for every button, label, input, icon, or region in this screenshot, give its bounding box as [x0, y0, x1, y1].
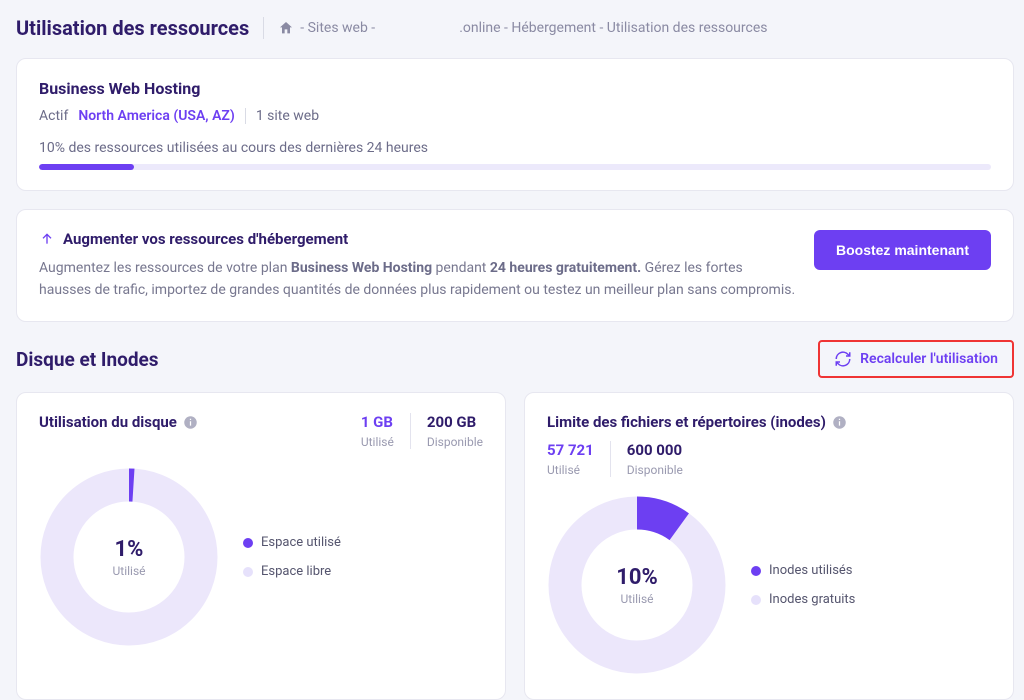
inodes-avail-value: 600 000: [627, 441, 683, 459]
inodes-percent-label: Utilisé: [620, 592, 653, 606]
breadcrumb-seg2: .online - Hébergement - Utilisation des …: [459, 20, 767, 36]
plan-sites: 1 site web: [256, 108, 319, 124]
legend-item: Espace libre: [243, 564, 341, 579]
inodes-stats: 57 721 Utilisé 600 000 Disponible: [547, 441, 991, 477]
page-title: Utilisation des ressources: [16, 16, 249, 40]
page-header: Utilisation des ressources - Sites web -…: [16, 16, 1014, 40]
disk-used-value: 1 GB: [361, 413, 394, 431]
header-divider: [263, 17, 264, 39]
usage-progress: [39, 164, 991, 170]
disk-legend: Espace utilisé Espace libre: [243, 535, 341, 579]
upsell-description: Augmentez les ressources de votre plan B…: [39, 258, 796, 301]
disk-avail-label: Disponible: [427, 435, 483, 449]
disk-title: Utilisation du disque: [39, 413, 177, 431]
plan-card: Business Web Hosting Actif North America…: [16, 58, 1014, 191]
breadcrumb-masked: [381, 22, 453, 34]
disk-percent-label: Utilisé: [112, 564, 145, 578]
legend-item: Espace utilisé: [243, 535, 341, 550]
recalculate-label: Recalculer l'utilisation: [860, 351, 998, 367]
stat-sep: [410, 413, 411, 449]
inodes-donut-chart: 10% Utilisé: [547, 495, 727, 675]
plan-name: Business Web Hosting: [39, 79, 991, 98]
section-header: Disque et Inodes Recalculer l'utilisatio…: [16, 340, 1014, 378]
legend-dot-used-icon: [751, 566, 761, 576]
disk-used-label: Utilisé: [361, 435, 394, 449]
inodes-avail-label: Disponible: [627, 463, 683, 477]
disk-inodes-row: Utilisation du disque 1 GB Utilisé 200 G…: [16, 392, 1014, 700]
inodes-legend: Inodes utilisés Inodes gratuits: [751, 563, 855, 607]
info-icon[interactable]: [183, 415, 198, 430]
info-icon[interactable]: [832, 415, 847, 430]
upsell-title: Augmenter vos ressources d'hébergement: [63, 230, 348, 248]
inodes-used-value: 57 721: [547, 441, 594, 459]
boost-button[interactable]: Boostez maintenant: [814, 230, 991, 270]
breadcrumb-seg1: - Sites web -: [300, 20, 375, 36]
disk-stats: 1 GB Utilisé 200 GB Disponible: [361, 413, 483, 449]
disk-donut-chart: 1% Utilisé: [39, 467, 219, 647]
legend-dot-free-icon: [243, 567, 253, 577]
plan-sep: [245, 108, 246, 124]
disk-avail-value: 200 GB: [427, 413, 483, 431]
inodes-percent: 10%: [616, 565, 658, 590]
inodes-title: Limite des fichiers et répertoires (inod…: [547, 413, 826, 431]
plan-meta: Actif North America (USA, AZ) 1 site web: [39, 108, 991, 124]
legend-dot-used-icon: [243, 538, 253, 548]
plan-status: Actif: [39, 108, 68, 124]
disk-percent: 1%: [115, 537, 144, 562]
usage-progress-fill: [39, 164, 134, 170]
breadcrumb[interactable]: - Sites web - .online - Hébergement - Ut…: [278, 20, 767, 36]
legend-item: Inodes gratuits: [751, 592, 855, 607]
inodes-card: Limite des fichiers et répertoires (inod…: [524, 392, 1014, 700]
section-title: Disque et Inodes: [16, 348, 159, 371]
arrow-up-icon: [39, 231, 55, 247]
home-icon: [278, 20, 294, 36]
usage-text: 10% des ressources utilisées au cours de…: [39, 140, 991, 156]
legend-dot-free-icon: [751, 595, 761, 605]
legend-item: Inodes utilisés: [751, 563, 855, 578]
recalculate-button[interactable]: Recalculer l'utilisation: [818, 340, 1014, 378]
upsell-card: Augmenter vos ressources d'hébergement A…: [16, 209, 1014, 322]
inodes-used-label: Utilisé: [547, 463, 594, 477]
refresh-icon: [834, 350, 852, 368]
plan-region[interactable]: North America (USA, AZ): [78, 108, 235, 124]
disk-card: Utilisation du disque 1 GB Utilisé 200 G…: [16, 392, 506, 700]
stat-sep: [610, 441, 611, 477]
